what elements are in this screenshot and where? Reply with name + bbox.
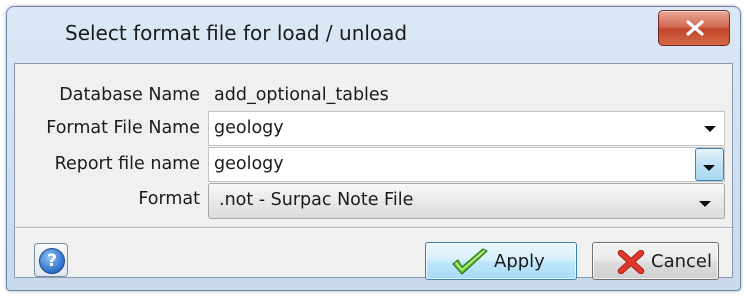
divider [15,227,732,229]
format-file-name-combobox[interactable]: geology [208,111,725,146]
help-button[interactable]: ? [34,243,68,277]
checkmark-icon [452,248,488,275]
window-title: Select format file for load / unload [65,21,408,45]
format-select[interactable]: .not - Surpac Note File [208,183,725,219]
format-file-name-label: Format File Name [46,118,200,138]
chevron-down-icon[interactable] [704,126,716,132]
dialog-window: Select format file for load / unload Dat… [6,6,741,291]
apply-label: Apply [494,251,545,272]
database-name-label: Database Name [59,85,200,105]
format-value: .not - Surpac Note File [219,190,414,210]
report-file-name-label: Report file name [54,154,200,174]
database-name-value: add_optional_tables [214,85,389,105]
chevron-down-icon [699,201,711,207]
help-icon: ? [39,248,65,274]
report-file-name-dropdown-button[interactable] [695,148,724,181]
report-file-name-value: geology [214,154,284,174]
chevron-down-icon [703,165,715,171]
apply-button[interactable]: Apply [425,242,577,280]
close-button[interactable] [658,10,730,46]
close-icon [686,20,704,36]
cancel-label: Cancel [651,251,712,272]
cancel-button[interactable]: Cancel [592,242,719,280]
title-bar[interactable]: Select format file for load / unload [7,7,740,59]
report-file-name-combobox[interactable]: geology [208,147,725,182]
format-file-name-value: geology [214,118,284,138]
format-label: Format [138,189,200,209]
cross-icon [617,250,645,274]
